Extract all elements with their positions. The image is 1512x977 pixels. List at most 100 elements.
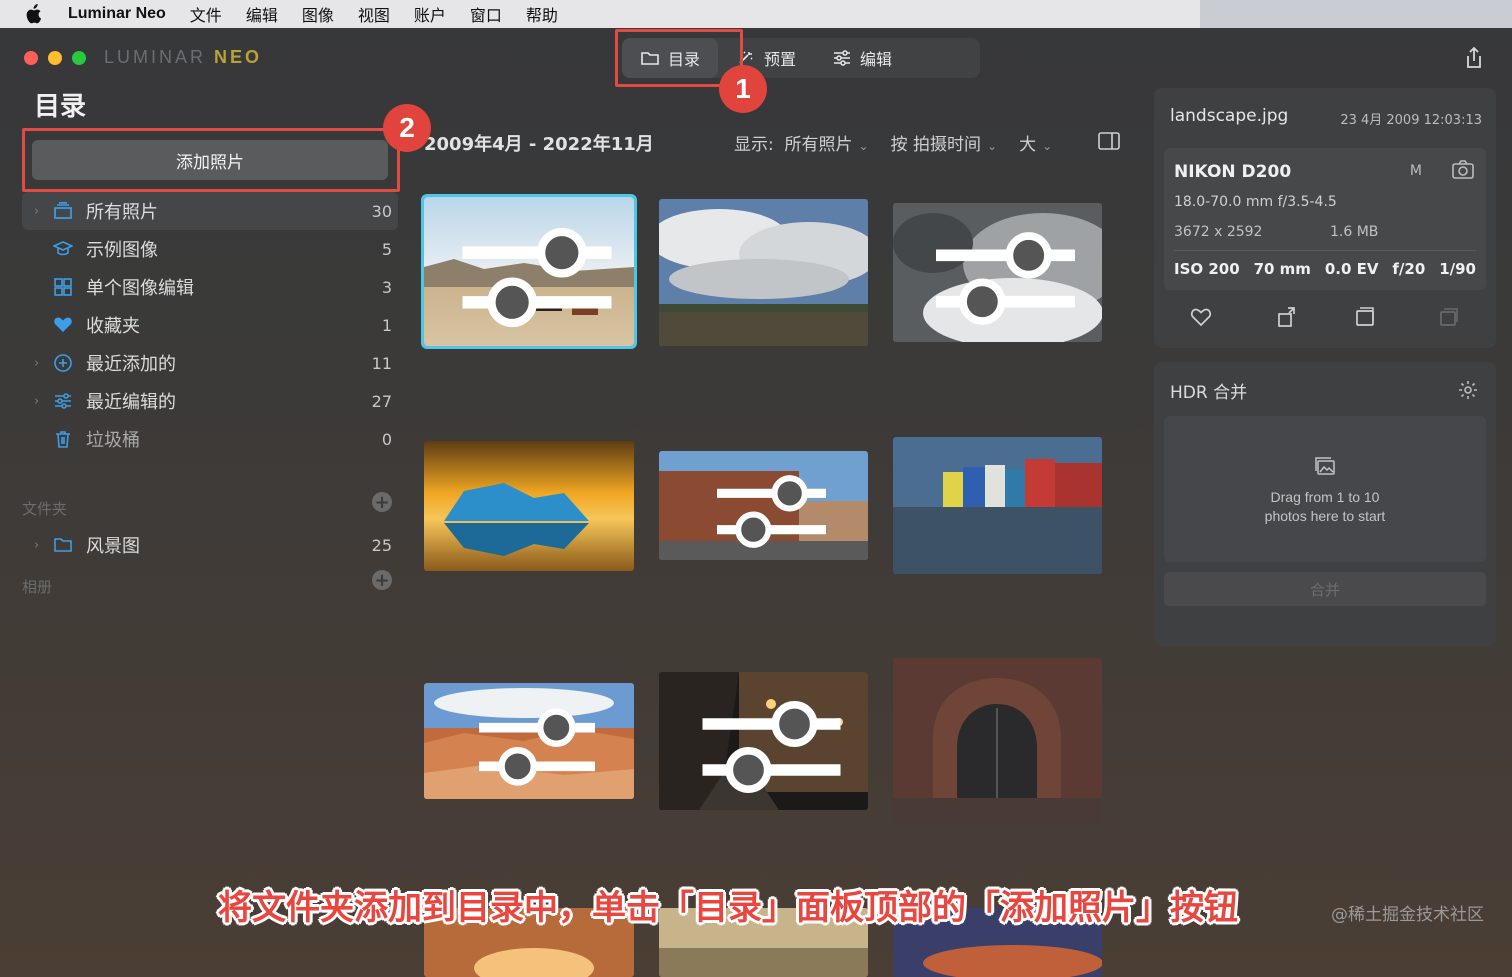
camera-model: NIKON D200 <box>1174 162 1292 182</box>
plus-circle-icon <box>54 354 72 372</box>
menu-window[interactable]: 窗口 <box>470 2 502 26</box>
photo-thumbnail[interactable] <box>659 199 868 346</box>
file-name: landscape.jpg <box>1170 106 1289 126</box>
iso-value: ISO 200 <box>1174 260 1240 278</box>
menu-view[interactable]: 视图 <box>358 2 390 26</box>
apple-logo-icon[interactable] <box>24 4 42 24</box>
show-filter-value: 所有照片 <box>784 135 853 155</box>
heart-icon[interactable] <box>1190 306 1212 328</box>
folders-list: › 风景图 25 <box>22 526 398 564</box>
photo-thumbnail[interactable] <box>424 441 634 571</box>
add-folder-icon[interactable]: + <box>372 492 392 513</box>
chevron-right-icon[interactable]: › <box>34 204 39 219</box>
tab-edit[interactable]: 编辑 <box>814 38 910 78</box>
focal-length: 70 mm <box>1253 260 1311 278</box>
exposure-values: ISO 200 70 mm 0.0 EV f/20 1/90 <box>1174 260 1476 278</box>
sidebar-item-samples[interactable]: 示例图像 5 <box>22 230 398 268</box>
divider <box>1174 250 1476 251</box>
sidebar-item-count: 3 <box>381 277 392 297</box>
chevron-right-icon[interactable]: › <box>34 356 39 371</box>
sidebar-item-count: 27 <box>371 391 392 411</box>
menu-file[interactable]: 文件 <box>190 2 222 26</box>
highlight-add-photos <box>22 128 400 192</box>
photo-gothic-door <box>893 658 1102 824</box>
close-window-button[interactable] <box>24 51 38 65</box>
step-badge-2: 2 <box>383 104 431 152</box>
show-filter-dropdown[interactable]: 显示: 所有照片 ⌄ <box>734 130 869 155</box>
photo-thumbnail[interactable] <box>424 683 634 799</box>
flip-icon[interactable] <box>1354 306 1376 328</box>
sidebar-item-all-photos[interactable]: › 所有照片 30 <box>22 192 398 230</box>
heart-icon <box>54 317 72 332</box>
sidebar-item-label: 收藏夹 <box>86 316 140 337</box>
menu-app-name[interactable]: Luminar Neo <box>68 5 166 23</box>
minimize-window-button[interactable] <box>48 51 62 65</box>
size-label: 大 <box>1019 135 1037 155</box>
rotate-icon[interactable] <box>1276 306 1298 328</box>
exif-box: NIKON D200 M 18.0-70.0 mm f/3.5-4.5 3672… <box>1164 148 1486 290</box>
graduation-cap-icon <box>53 241 73 256</box>
sidebar-item-count: 25 <box>371 535 392 555</box>
panel-toggle-icon[interactable] <box>1098 132 1120 150</box>
resolution: 3672 x 2592 <box>1174 224 1263 240</box>
grid-icon <box>54 278 72 296</box>
aperture-value: f/20 <box>1392 260 1426 278</box>
sidebar-item-folder[interactable]: › 风景图 25 <box>22 526 398 564</box>
chevron-down-icon: ⌄ <box>987 139 998 153</box>
menu-edit[interactable]: 编辑 <box>246 2 278 26</box>
chevron-right-icon[interactable]: › <box>34 394 39 409</box>
sidebar-item-label: 最近编辑的 <box>86 392 176 413</box>
sidebar-item-single-edits[interactable]: 单个图像编辑 3 <box>22 268 398 306</box>
logo-neo-text: NEO <box>214 47 263 67</box>
zoom-window-button[interactable] <box>72 51 86 65</box>
gear-icon[interactable] <box>1458 380 1478 400</box>
sort-dropdown[interactable]: 按 拍摄时间 ⌄ <box>891 130 997 155</box>
photo-thumbnail[interactable] <box>421 194 637 349</box>
sort-label: 按 拍摄时间 <box>890 135 982 155</box>
tutorial-caption: 将文件夹添加到目录中，单击「目录」面板顶部的「添加照片」按钮 <box>218 888 1238 928</box>
logo-text: LUMINAR <box>104 47 207 67</box>
macos-menubar: Luminar Neo 文件 编辑 图像 视图 账户 窗口 帮助 <box>0 0 1512 28</box>
photo-thumbnail[interactable] <box>893 203 1102 342</box>
photo-thumbnail[interactable] <box>659 451 868 560</box>
thumbnail-size-dropdown[interactable]: 大 ⌄ <box>1019 130 1052 155</box>
lens-info: 18.0-70.0 mm f/3.5-4.5 <box>1174 194 1337 210</box>
compare-icon[interactable] <box>1438 306 1460 328</box>
shutter-speed: 1/90 <box>1439 260 1476 278</box>
photo-iceberg-sunset <box>424 441 634 571</box>
menu-help[interactable]: 帮助 <box>526 2 558 26</box>
app-logo: LUMINAR NEO <box>104 47 262 68</box>
sidebar-item-trash[interactable]: 垃圾桶 0 <box>22 420 398 458</box>
sidebar-item-label: 单个图像编辑 <box>86 278 194 299</box>
step-badge-1: 1 <box>719 65 767 113</box>
menu-image[interactable]: 图像 <box>302 2 334 26</box>
file-size: 1.6 MB <box>1330 224 1379 240</box>
chevron-down-icon: ⌄ <box>858 139 869 153</box>
exposure-mode: M <box>1409 163 1422 179</box>
hdr-drop-zone[interactable]: Drag from 1 to 10 photos here to start <box>1164 416 1486 562</box>
watermark: @稀土掘金技术社区 <box>1331 905 1484 925</box>
menubar-status-area <box>1200 0 1512 28</box>
menu-account[interactable]: 账户 <box>414 2 446 26</box>
sidebar-item-label: 最近添加的 <box>86 354 176 375</box>
photo-thumbnail[interactable] <box>893 437 1102 574</box>
sidebar-item-label: 所有照片 <box>86 202 158 223</box>
catalog-list: › 所有照片 30 示例图像 5 单个图像编辑 3 收藏夹 1 › 最近添加的 … <box>22 192 398 458</box>
edited-badge-icon <box>936 232 1075 325</box>
edited-badge-icon <box>702 701 841 793</box>
photo-thumbnail[interactable] <box>893 658 1102 824</box>
chevron-right-icon[interactable]: › <box>34 538 39 553</box>
sidebar-item-recently-edited[interactable]: › 最近编辑的 27 <box>22 382 398 420</box>
drop-line-2: photos here to start <box>1264 508 1386 524</box>
sidebar-item-recently-added[interactable]: › 最近添加的 11 <box>22 344 398 382</box>
app-window: LUMINAR NEO 目录 预置 编辑 目录 添加照片 › 所有照片 30 示… <box>0 28 1512 977</box>
edited-badge-icon <box>479 708 595 786</box>
add-album-icon[interactable]: + <box>372 570 392 591</box>
sidebar-item-favorites[interactable]: 收藏夹 1 <box>22 306 398 344</box>
albums-section-header: 相册 <box>22 578 53 596</box>
stack-icon <box>54 202 72 219</box>
folder-icon <box>54 538 72 552</box>
merge-button[interactable]: 合并 <box>1164 572 1486 606</box>
share-icon[interactable] <box>1464 46 1484 70</box>
photo-thumbnail[interactable] <box>659 672 868 810</box>
